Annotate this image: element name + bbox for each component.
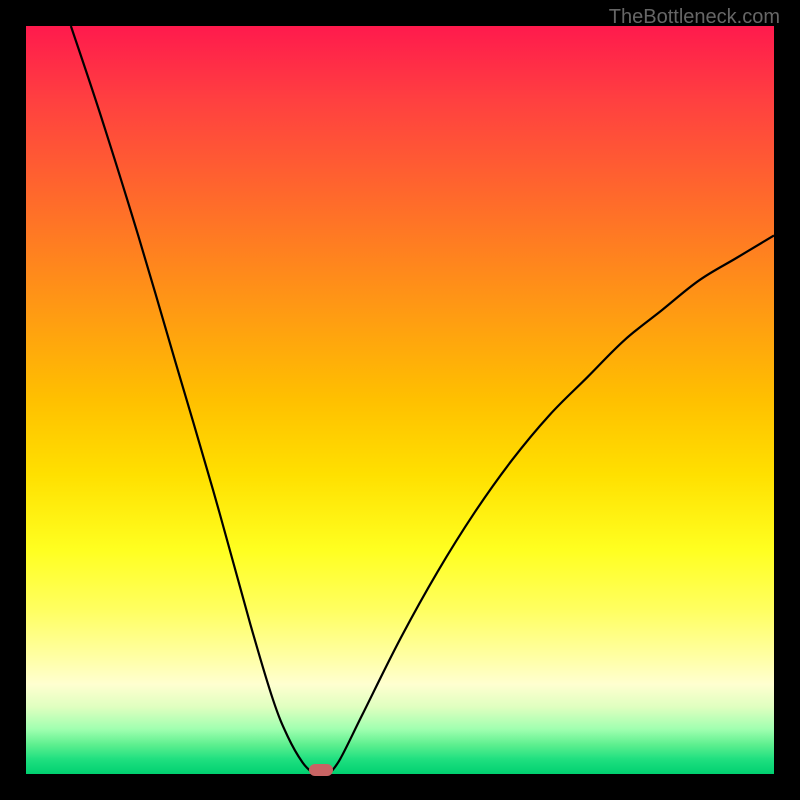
watermark-text: TheBottleneck.com xyxy=(609,6,780,29)
chart-plot-area xyxy=(26,26,774,774)
curve-left-branch xyxy=(71,26,314,774)
chart-curve-svg xyxy=(26,26,774,774)
optimum-marker xyxy=(309,764,333,776)
curve-right-branch xyxy=(329,235,774,774)
